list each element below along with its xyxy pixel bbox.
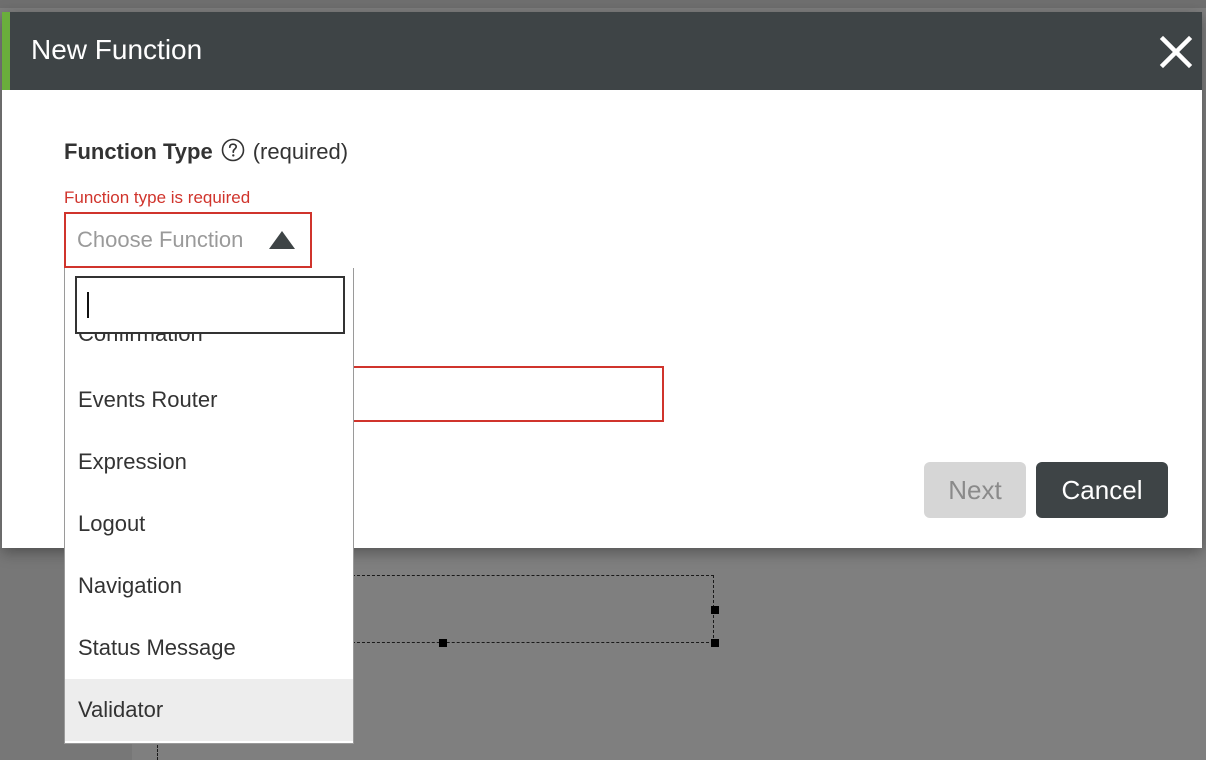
dropdown-option-label: Confirmation [78, 334, 203, 348]
dialog-title: New Function [31, 34, 203, 65]
resize-handle [439, 639, 447, 647]
background-toolbar [0, 0, 1206, 8]
dropdown-option-label: Navigation [78, 573, 182, 598]
dropdown-option-label: Expression [78, 449, 187, 474]
triangle-up-icon [269, 231, 295, 249]
dropdown-option-label: Logout [78, 511, 146, 536]
required-indicator: (required) [252, 139, 349, 164]
dropdown-search-input[interactable] [75, 276, 345, 334]
function-type-select[interactable]: Choose Function [64, 212, 312, 268]
dropdown-option-validator[interactable]: Validator [65, 679, 353, 741]
select-placeholder: Choose Function [77, 227, 244, 252]
resize-handle [711, 639, 719, 647]
resize-handle [711, 606, 719, 614]
dropdown-option-status-message[interactable]: Status Message [65, 617, 353, 679]
dropdown-option-events-router[interactable]: Events Router [65, 369, 353, 431]
dropdown-option[interactable]: Confirmation [65, 334, 353, 350]
background-connector [157, 745, 158, 760]
function-type-label: Function Type (required) [64, 138, 348, 166]
dropdown-option-logout[interactable]: Logout [65, 493, 353, 555]
function-name-input[interactable] [352, 366, 664, 422]
function-type-label-text: Function Type [64, 139, 213, 164]
dropdown-option-label: Events Router [78, 387, 218, 412]
dropdown-option-label: Status Message [78, 635, 236, 660]
next-button[interactable]: Next [924, 462, 1026, 518]
function-dropdown: Confirmation Events Router Expression Lo… [64, 268, 354, 744]
dropdown-option-label: Validator [78, 697, 164, 722]
close-button[interactable] [1158, 34, 1194, 70]
text-caret [87, 292, 89, 318]
help-icon-glyph [221, 138, 245, 162]
dropdown-option-list[interactable]: Confirmation Events Router Expression Lo… [65, 268, 353, 743]
function-type-error: Function type is required [64, 188, 251, 207]
cancel-button[interactable]: Cancel [1036, 462, 1168, 518]
dropdown-option-expression[interactable]: Expression [65, 431, 353, 493]
help-icon[interactable] [221, 138, 245, 162]
background-selection-box [352, 575, 714, 643]
dropdown-option-navigation[interactable]: Navigation [65, 555, 353, 617]
close-icon [1159, 35, 1193, 69]
dialog-header: New Function [2, 12, 1202, 90]
